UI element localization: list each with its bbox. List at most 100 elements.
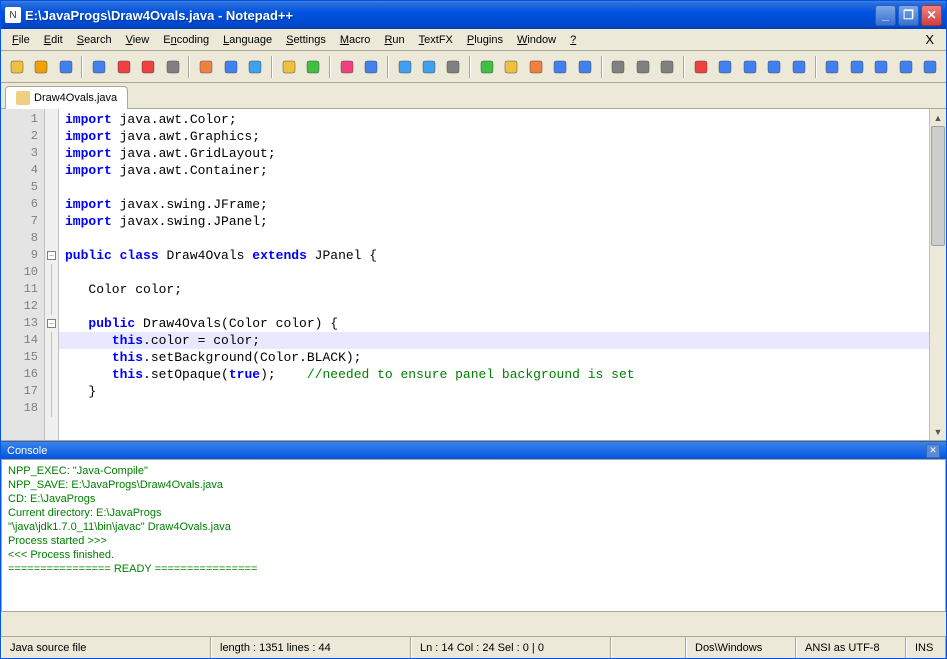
menu-search[interactable]: Search <box>70 32 119 48</box>
console-header[interactable]: Console ✕ <box>1 441 946 459</box>
menu-plugins[interactable]: Plugins <box>460 32 510 48</box>
line-number[interactable]: 2 <box>1 128 44 145</box>
sync-button[interactable] <box>442 55 465 79</box>
a5-button[interactable] <box>918 55 941 79</box>
unfold-button[interactable] <box>607 55 630 79</box>
print-button[interactable] <box>161 55 184 79</box>
line-number[interactable]: 8 <box>1 230 44 247</box>
vertical-scrollbar[interactable]: ▲ ▼ <box>929 109 946 440</box>
undo-button[interactable] <box>277 55 300 79</box>
scroll-down-arrow[interactable]: ▼ <box>930 423 946 440</box>
a2-button[interactable] <box>845 55 868 79</box>
menu-run[interactable]: Run <box>377 32 411 48</box>
maximize-button[interactable]: ❐ <box>898 5 919 26</box>
line-number[interactable]: 5 <box>1 179 44 196</box>
code-line[interactable]: public class Draw4Ovals extends JPanel { <box>59 247 929 264</box>
code-line[interactable]: this.color = color; <box>59 332 929 349</box>
b2-button[interactable] <box>656 55 679 79</box>
code-line[interactable]: import java.awt.Graphics; <box>59 128 929 145</box>
line-number[interactable]: 14 <box>1 332 44 349</box>
paste-button[interactable] <box>243 55 266 79</box>
fold-cell[interactable]: − <box>45 315 58 332</box>
invisible-button[interactable] <box>500 55 523 79</box>
a4-button[interactable] <box>894 55 917 79</box>
code-line[interactable]: import javax.swing.JPanel; <box>59 213 929 230</box>
fold-column[interactable]: −− <box>45 109 59 440</box>
zoom-out-button[interactable] <box>417 55 440 79</box>
close-button[interactable]: ✕ <box>921 5 942 26</box>
line-number[interactable]: 1 <box>1 111 44 128</box>
cut-button[interactable] <box>194 55 217 79</box>
mdi-close-button[interactable]: X <box>917 30 942 49</box>
line-number[interactable]: 9 <box>1 247 44 264</box>
menu-file[interactable]: File <box>5 32 37 48</box>
line-number[interactable]: 17 <box>1 383 44 400</box>
menu-settings[interactable]: Settings <box>279 32 333 48</box>
copy-button[interactable] <box>219 55 242 79</box>
fold-minus-icon[interactable]: − <box>47 319 56 328</box>
code-line[interactable]: this.setBackground(Color.BLACK); <box>59 349 929 366</box>
console-output[interactable]: NPP_EXEC: "Java-Compile"NPP_SAVE: E:\Jav… <box>1 459 946 612</box>
code-line[interactable]: } <box>59 383 929 400</box>
line-number-gutter[interactable]: 123456789101112131415161718 <box>1 109 45 440</box>
zoom-in-button[interactable] <box>393 55 416 79</box>
macro-run-button[interactable] <box>763 55 786 79</box>
titlebar[interactable]: N E:\JavaProgs\Draw4Ovals.java - Notepad… <box>1 1 946 29</box>
close-button[interactable] <box>112 55 135 79</box>
code-line[interactable]: public Draw4Ovals(Color color) { <box>59 315 929 332</box>
code-line[interactable] <box>59 400 929 417</box>
macro-save-button[interactable] <box>787 55 810 79</box>
tab-file[interactable]: Draw4Ovals.java <box>5 86 128 109</box>
macro-rec-button[interactable] <box>689 55 712 79</box>
indent-button[interactable] <box>524 55 547 79</box>
code-line[interactable]: import java.awt.GridLayout; <box>59 145 929 162</box>
close-all-button[interactable] <box>136 55 159 79</box>
menu-edit[interactable]: Edit <box>37 32 70 48</box>
code-line[interactable]: import javax.swing.JFrame; <box>59 196 929 213</box>
new-button[interactable] <box>5 55 28 79</box>
fold-minus-icon[interactable]: − <box>47 251 56 260</box>
menu-encoding[interactable]: Encoding <box>156 32 216 48</box>
line-number[interactable]: 16 <box>1 366 44 383</box>
code-line[interactable]: import java.awt.Container; <box>59 162 929 179</box>
b1-button[interactable] <box>631 55 654 79</box>
code-line[interactable] <box>59 264 929 281</box>
menu-window[interactable]: Window <box>510 32 563 48</box>
code-line[interactable]: Color color; <box>59 281 929 298</box>
code-line[interactable]: this.setOpaque(true); //needed to ensure… <box>59 366 929 383</box>
menu-help[interactable]: ? <box>563 32 583 48</box>
minimize-button[interactable]: _ <box>875 5 896 26</box>
code-line[interactable] <box>59 179 929 196</box>
line-number[interactable]: 7 <box>1 213 44 230</box>
scroll-up-arrow[interactable]: ▲ <box>930 109 946 126</box>
scroll-thumb[interactable] <box>931 126 945 246</box>
line-number[interactable]: 10 <box>1 264 44 281</box>
line-number[interactable]: 11 <box>1 281 44 298</box>
wrap-button[interactable] <box>475 55 498 79</box>
fold-cell[interactable]: − <box>45 247 58 264</box>
line-number[interactable]: 6 <box>1 196 44 213</box>
macro-stop-button[interactable] <box>714 55 737 79</box>
fold-button[interactable] <box>573 55 596 79</box>
line-number[interactable]: 4 <box>1 162 44 179</box>
console-close-button[interactable]: ✕ <box>926 444 940 458</box>
line-number[interactable]: 12 <box>1 298 44 315</box>
macro-play-button[interactable] <box>738 55 761 79</box>
open-button[interactable] <box>29 55 52 79</box>
save-button[interactable] <box>54 55 77 79</box>
code-editor[interactable]: import java.awt.Color;import java.awt.Gr… <box>59 109 929 440</box>
replace-button[interactable] <box>359 55 382 79</box>
line-number[interactable]: 13 <box>1 315 44 332</box>
menu-view[interactable]: View <box>119 32 157 48</box>
a1-button[interactable] <box>821 55 844 79</box>
menu-textfx[interactable]: TextFX <box>412 32 460 48</box>
code-line[interactable]: import java.awt.Color; <box>59 111 929 128</box>
find-button[interactable] <box>335 55 358 79</box>
code-line[interactable] <box>59 230 929 247</box>
menu-language[interactable]: Language <box>216 32 279 48</box>
a3-button[interactable] <box>870 55 893 79</box>
line-number[interactable]: 18 <box>1 400 44 417</box>
save-all-button[interactable] <box>87 55 110 79</box>
lang-button[interactable] <box>549 55 572 79</box>
line-number[interactable]: 3 <box>1 145 44 162</box>
